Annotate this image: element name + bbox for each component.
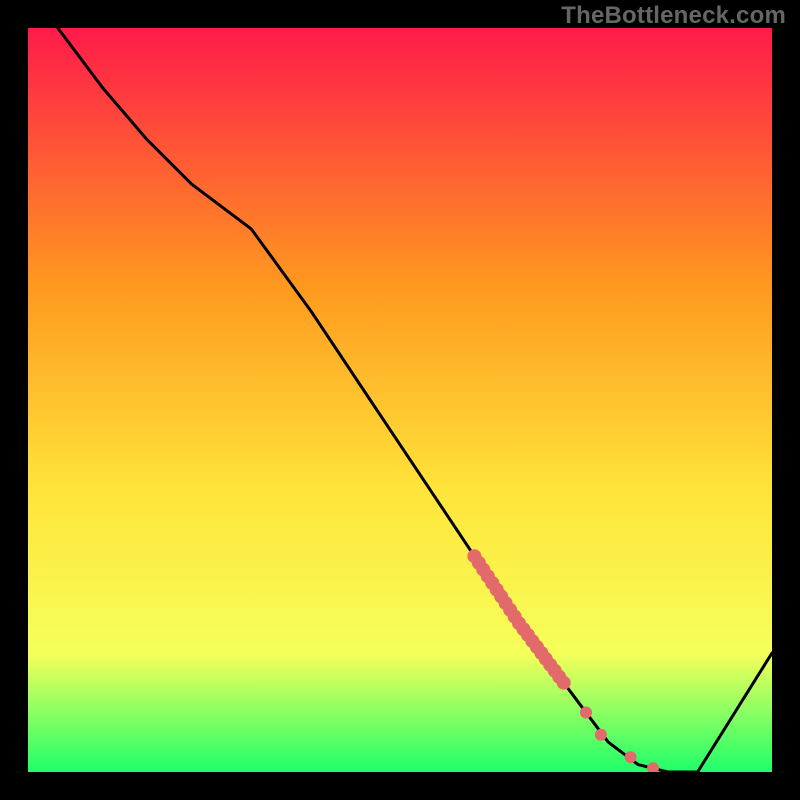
highlight-point bbox=[647, 762, 659, 774]
bottleneck-chart bbox=[0, 0, 800, 800]
highlight-point bbox=[625, 751, 637, 763]
chart-frame: TheBottleneck.com bbox=[0, 0, 800, 800]
highlight-point bbox=[595, 729, 607, 741]
watermark-text: TheBottleneck.com bbox=[561, 2, 786, 30]
gradient-background bbox=[28, 28, 772, 772]
highlight-point bbox=[557, 676, 571, 690]
highlight-point bbox=[580, 707, 592, 719]
